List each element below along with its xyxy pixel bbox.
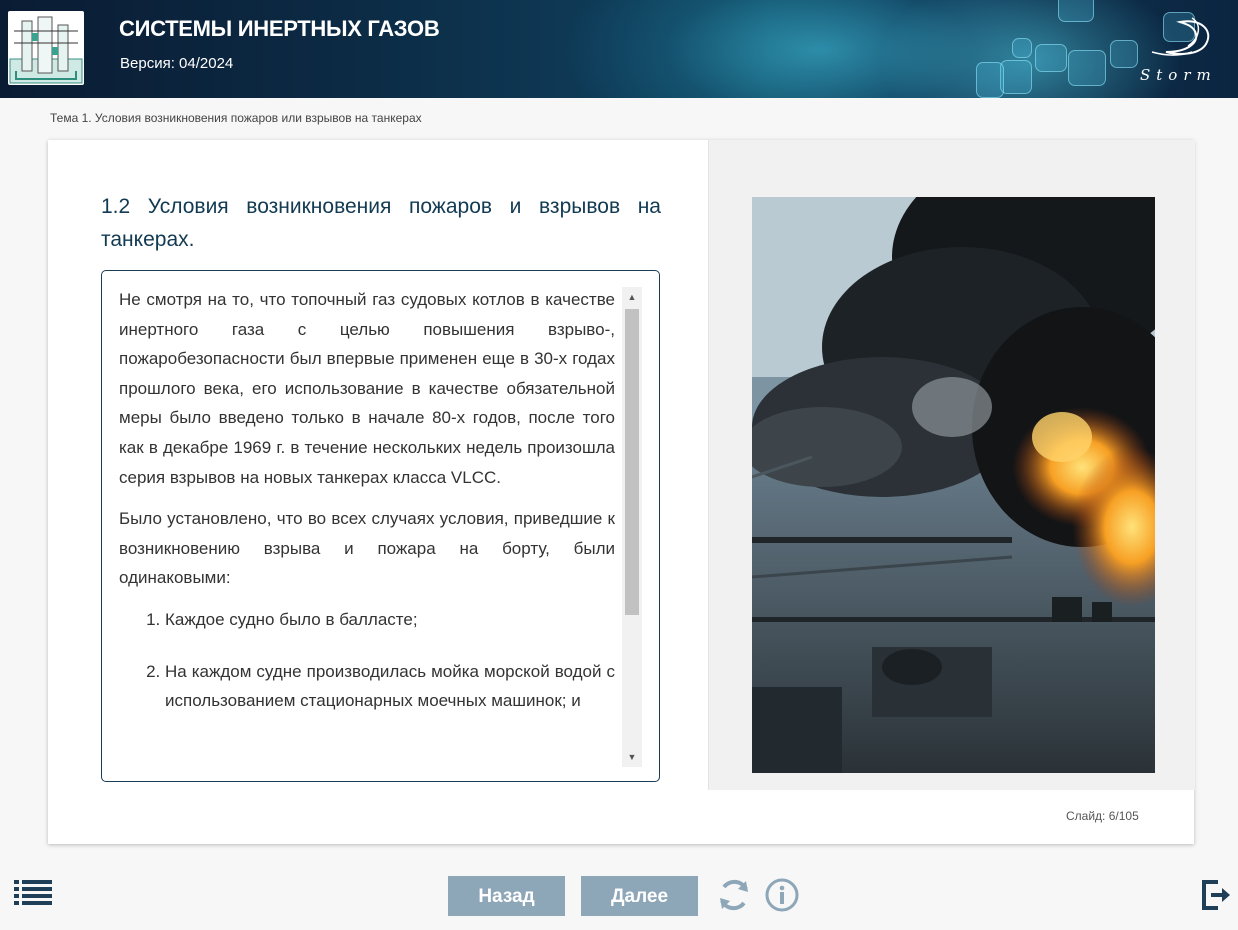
exit-icon[interactable] bbox=[1202, 880, 1230, 915]
breadcrumb: Тема 1. Условия возникновения пожаров ил… bbox=[50, 111, 422, 125]
tanker-fire-photo bbox=[752, 197, 1155, 773]
image-pane bbox=[708, 140, 1195, 790]
slide-counter: Слайд: 6/105 bbox=[1066, 809, 1139, 823]
scroll-up-arrow-icon[interactable]: ▲ bbox=[622, 287, 642, 307]
svg-text:Storm: Storm bbox=[1140, 66, 1217, 84]
scroll-down-arrow-icon[interactable]: ▼ bbox=[622, 747, 642, 767]
menu-list-icon[interactable] bbox=[14, 880, 52, 911]
back-button[interactable]: Назад bbox=[448, 876, 565, 916]
app-header: СИСТЕМЫ ИНЕРТНЫХ ГАЗОВ Версия: 04/2024 S… bbox=[0, 0, 1238, 98]
text-panel: Не смотря на то, что топочный газ судовы… bbox=[101, 270, 660, 782]
list-item: Каждое судно было в балласте; bbox=[165, 605, 615, 635]
course-logo bbox=[8, 11, 84, 85]
condition-list: Каждое судно было в балласте; На каждом … bbox=[119, 605, 615, 716]
next-button[interactable]: Далее bbox=[581, 876, 698, 916]
slide-card: 1.2 Условия возникновения пожаров и взры… bbox=[48, 140, 1195, 844]
version-label: Версия: 04/2024 bbox=[120, 55, 234, 72]
slide-heading: 1.2 Условия возникновения пожаров и взры… bbox=[101, 195, 661, 251]
app-title: СИСТЕМЫ ИНЕРТНЫХ ГАЗОВ bbox=[119, 16, 440, 41]
scrollbar-thumb[interactable] bbox=[625, 309, 639, 615]
reload-icon[interactable] bbox=[716, 877, 752, 918]
storm-logo: Storm bbox=[1136, 16, 1222, 86]
paragraph: Было установлено, что во всех случаях ус… bbox=[119, 509, 615, 588]
text-scroll-area[interactable]: Не смотря на то, что топочный газ судовы… bbox=[119, 285, 615, 765]
info-icon[interactable] bbox=[764, 877, 800, 918]
scrollbar[interactable]: ▲ ▼ bbox=[622, 287, 642, 767]
list-item: На каждом судне производилась мойка морс… bbox=[165, 657, 615, 716]
paragraph: Не смотря на то, что топочный газ судовы… bbox=[119, 290, 615, 487]
